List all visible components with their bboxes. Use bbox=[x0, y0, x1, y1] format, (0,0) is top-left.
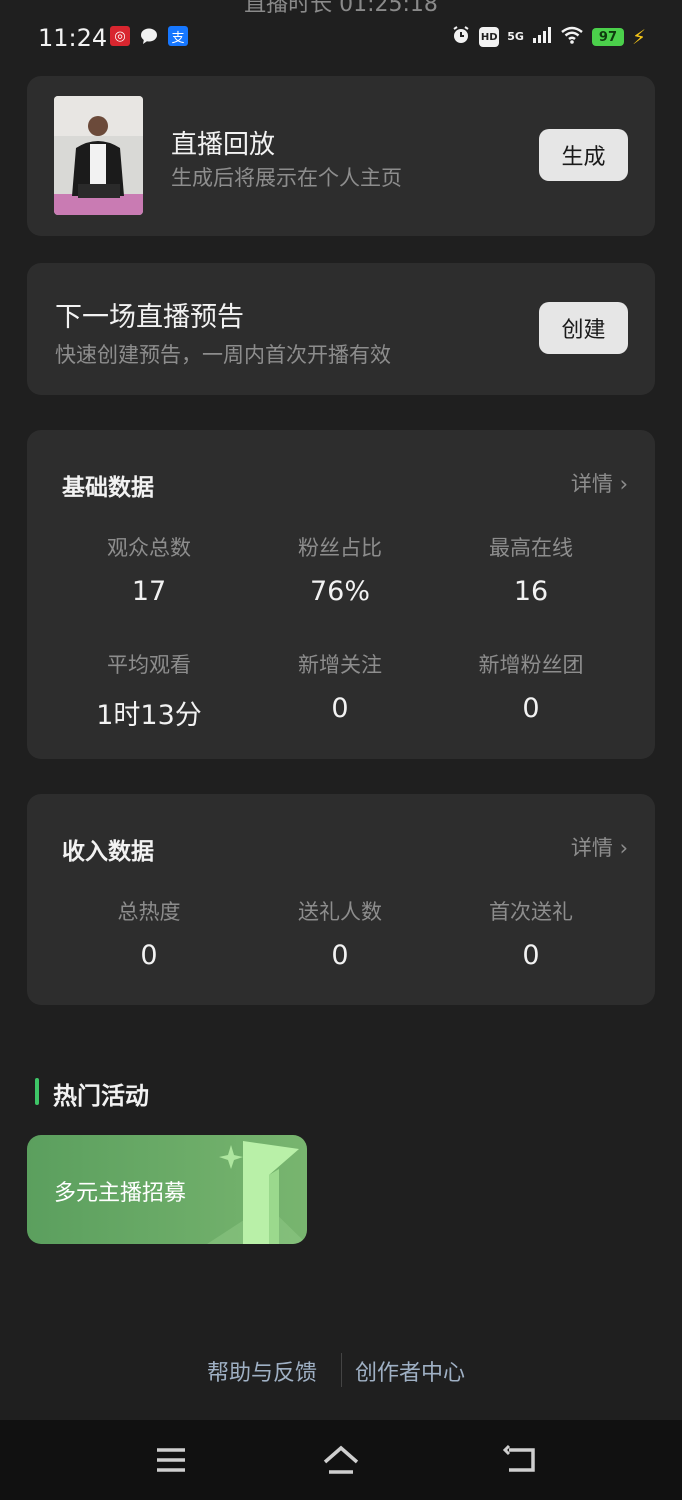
stat-value: 16 bbox=[513, 576, 549, 607]
creator-center-link[interactable]: 创作者中心 bbox=[355, 1355, 465, 1387]
preview-subtitle: 快速创建预告，一周内首次开播有效 bbox=[55, 343, 391, 367]
chat-bubble-icon bbox=[139, 26, 159, 46]
footer-divider bbox=[341, 1353, 342, 1387]
stat-value: 17 bbox=[131, 576, 167, 607]
stat-label: 首次送礼 bbox=[489, 900, 573, 924]
stat-value: 0 bbox=[140, 940, 158, 971]
wifi-icon bbox=[560, 26, 584, 48]
stat-value: 0 bbox=[331, 693, 349, 724]
basic-data-card: 基础数据 详情 › 观众总数 17 粉丝占比 76% 最高在线 16 平均观看 … bbox=[27, 430, 655, 759]
stat-label: 最高在线 bbox=[489, 536, 573, 560]
basic-data-detail-link[interactable]: 详情 › bbox=[571, 468, 628, 498]
app-notification-icon: ◎ bbox=[110, 26, 130, 46]
stat-peak-online: 最高在线 16 bbox=[431, 532, 631, 607]
live-duration-text: 直播时长 01:25:18 bbox=[244, 0, 438, 17]
help-feedback-link[interactable]: 帮助与反馈 bbox=[207, 1355, 317, 1387]
section-accent-bar bbox=[35, 1078, 39, 1105]
signal-icon bbox=[532, 26, 552, 48]
stat-value: 0 bbox=[522, 940, 540, 971]
footer-links: 帮助与反馈 创作者中心 bbox=[0, 1353, 682, 1387]
notification-icons: ◎ 支 bbox=[110, 26, 188, 46]
alipay-icon: 支 bbox=[168, 26, 188, 46]
stat-label: 粉丝占比 bbox=[298, 536, 382, 560]
system-icons: HD 5G 97 ⚡ bbox=[451, 25, 646, 49]
alarm-icon bbox=[451, 25, 471, 49]
back-icon[interactable] bbox=[501, 1442, 541, 1478]
stat-gift-senders: 送礼人数 0 bbox=[240, 896, 440, 971]
replay-subtitle: 生成后将展示在个人主页 bbox=[171, 166, 402, 190]
status-time: 11:24 bbox=[38, 24, 108, 52]
income-data-detail-link[interactable]: 详情 › bbox=[571, 832, 628, 862]
stat-value: 76% bbox=[309, 576, 370, 607]
stat-first-gift: 首次送礼 0 bbox=[431, 896, 631, 971]
stat-avg-watch: 平均观看 1时13分 bbox=[49, 649, 249, 732]
door-illustration-icon bbox=[207, 1141, 307, 1244]
charging-icon: ⚡ bbox=[631, 25, 646, 49]
stat-label: 总热度 bbox=[117, 900, 181, 924]
system-nav-bar bbox=[0, 1420, 682, 1500]
basic-data-title: 基础数据 bbox=[62, 475, 154, 501]
live-replay-card: 直播回放 生成后将展示在个人主页 生成 bbox=[27, 76, 655, 236]
stat-label: 平均观看 bbox=[107, 653, 191, 677]
menu-icon[interactable] bbox=[151, 1442, 191, 1478]
income-data-title: 收入数据 bbox=[62, 839, 154, 865]
home-icon[interactable] bbox=[321, 1442, 361, 1478]
live-preview-card: 下一场直播预告 快速创建预告，一周内首次开播有效 创建 bbox=[27, 263, 655, 395]
stat-total-heat: 总热度 0 bbox=[49, 896, 249, 971]
create-button[interactable]: 创建 bbox=[539, 302, 628, 354]
stat-value: 0 bbox=[331, 940, 349, 971]
recruitment-banner[interactable]: 多元主播招募 bbox=[27, 1135, 307, 1244]
stat-label: 新增关注 bbox=[298, 653, 382, 677]
generate-button[interactable]: 生成 bbox=[539, 129, 628, 181]
income-data-card: 收入数据 详情 › 总热度 0 送礼人数 0 首次送礼 0 bbox=[27, 794, 655, 1005]
banner-text: 多元主播招募 bbox=[54, 1181, 187, 1206]
stat-label: 送礼人数 bbox=[298, 900, 382, 924]
battery-icon: 97 bbox=[591, 28, 624, 46]
stat-new-fan-club: 新增粉丝团 0 bbox=[431, 649, 631, 724]
preview-title: 下一场直播预告 bbox=[55, 302, 244, 333]
status-bar: 直播时长 01:25:18 11:24 ◎ 支 HD 5G 97 ⚡ bbox=[0, 0, 682, 70]
stat-total-viewers: 观众总数 17 bbox=[49, 532, 249, 607]
replay-title: 直播回放 bbox=[171, 130, 276, 160]
stat-fan-ratio: 粉丝占比 76% bbox=[240, 532, 440, 607]
hot-activities-title: 热门活动 bbox=[53, 1082, 149, 1110]
hd-icon: HD bbox=[479, 27, 500, 47]
network-type: 5G bbox=[507, 30, 524, 43]
stat-value: 0 bbox=[522, 693, 540, 724]
replay-thumbnail[interactable] bbox=[54, 96, 143, 215]
stat-value: 1时13分 bbox=[96, 700, 202, 731]
stat-new-follows: 新增关注 0 bbox=[240, 649, 440, 724]
stat-label: 新增粉丝团 bbox=[478, 653, 584, 677]
stat-label: 观众总数 bbox=[107, 536, 191, 560]
